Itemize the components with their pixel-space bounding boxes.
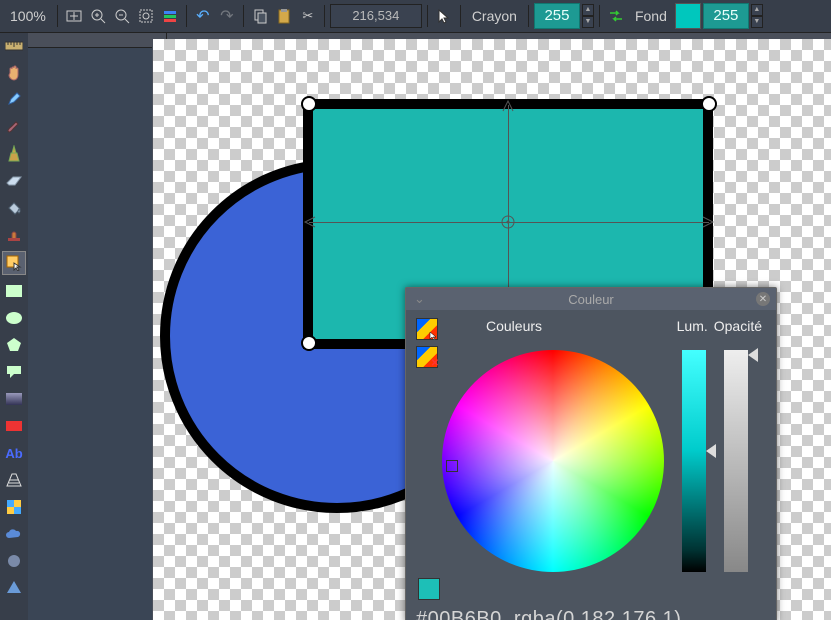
copy-icon[interactable] <box>249 5 271 27</box>
zoom-level[interactable]: 100% <box>4 8 52 24</box>
dialog-close-icon[interactable]: ✕ <box>756 292 770 306</box>
foreground-opacity-field[interactable]: 255 <box>534 3 580 29</box>
cloud-icon[interactable] <box>3 523 25 545</box>
dialog-collapse-icon[interactable]: ⌄ <box>414 291 425 307</box>
polygon-shape-icon[interactable] <box>3 334 25 356</box>
stamp-icon[interactable] <box>3 224 25 246</box>
zoom-in-icon[interactable] <box>87 5 109 27</box>
cursor-coordinates: 216,534 <box>330 4 422 28</box>
tool-sidebar: Ab <box>0 33 28 620</box>
shape3d-icon[interactable] <box>3 577 25 599</box>
smudge-icon[interactable] <box>3 550 25 572</box>
selection-tool-icon[interactable] <box>2 251 26 275</box>
pan-hand-icon[interactable] <box>3 62 25 84</box>
opacity-handle-icon[interactable] <box>748 348 758 362</box>
bg-opacity-spinner[interactable]: ▲▼ <box>751 4 763 28</box>
fg-opacity-spinner[interactable]: ▲▼ <box>582 4 594 28</box>
perspective-icon[interactable] <box>3 469 25 491</box>
current-color-swatch[interactable] <box>418 578 440 600</box>
undo-icon[interactable]: ↶ <box>192 5 214 27</box>
gradient-icon[interactable] <box>3 388 25 410</box>
cut-icon[interactable]: ✂ <box>297 5 319 27</box>
color-rgba: rgba(0,182,176,1) <box>514 608 682 620</box>
ruler-tool-icon[interactable] <box>3 35 25 57</box>
luminosity-handle-icon[interactable] <box>706 444 716 458</box>
handle-top-right[interactable] <box>701 96 717 112</box>
background-color-swatch[interactable] <box>675 3 701 29</box>
color-dialog: ⌄ Couleur ✕ Couleurs Lum. Opacité <box>405 287 777 620</box>
bucket-icon[interactable] <box>3 197 25 219</box>
background-opacity-field[interactable]: 255 <box>703 3 749 29</box>
rect-shape-icon[interactable] <box>3 280 25 302</box>
ellipse-shape-icon[interactable] <box>3 307 25 329</box>
color-wheel-indicator[interactable] <box>446 460 458 472</box>
swap-colors-icon[interactable] <box>605 5 627 27</box>
dialog-titlebar[interactable]: ⌄ Couleur ✕ <box>406 288 776 310</box>
color-wheel[interactable] <box>442 350 664 572</box>
arrow-right-icon <box>701 215 715 229</box>
background-label: Fond <box>629 8 673 24</box>
zoom-out-icon[interactable] <box>111 5 133 27</box>
broom-icon[interactable] <box>3 143 25 165</box>
palette-button[interactable] <box>416 318 438 340</box>
opacity-label: Opacité <box>714 318 762 334</box>
color-readout: #00B6B0 rgba(0,182,176,1) <box>416 608 766 620</box>
selection-center-icon[interactable] <box>500 214 516 230</box>
arrow-left-icon <box>303 215 317 229</box>
current-tool-name: Crayon <box>466 8 523 24</box>
dialog-title: Couleur <box>568 292 614 307</box>
eyedropper-icon[interactable] <box>3 89 25 111</box>
solid-fill-icon[interactable] <box>3 415 25 437</box>
text-tool-icon[interactable]: Ab <box>3 442 25 464</box>
top-toolbar: 100% ↶ ↷ ✂ 216,534 Crayon 255 ▲▼ Fond 25… <box>0 0 831 33</box>
palette-remove-button[interactable] <box>416 346 438 368</box>
redo-icon[interactable]: ↷ <box>216 5 238 27</box>
luminosity-slider[interactable] <box>682 350 706 572</box>
zoom-region-icon[interactable] <box>135 5 157 27</box>
opacity-slider[interactable] <box>724 350 748 572</box>
fit-icon[interactable] <box>63 5 85 27</box>
luminosity-label: Lum. <box>677 318 708 334</box>
colors-label: Couleurs <box>486 318 542 334</box>
color-hex: #00B6B0 <box>416 608 502 620</box>
speech-shape-icon[interactable] <box>3 361 25 383</box>
paste-icon[interactable] <box>273 5 295 27</box>
handle-top-left[interactable] <box>301 96 317 112</box>
cursor-icon[interactable] <box>433 5 455 27</box>
layers-icon[interactable] <box>159 5 181 27</box>
eraser-icon[interactable] <box>3 170 25 192</box>
puzzle-icon[interactable] <box>3 496 25 518</box>
handle-bottom-left[interactable] <box>301 335 317 351</box>
arrow-up-icon <box>501 99 515 113</box>
canvas-viewport: ⌄ Couleur ✕ Couleurs Lum. Opacité <box>28 33 831 620</box>
brush-icon[interactable] <box>3 116 25 138</box>
